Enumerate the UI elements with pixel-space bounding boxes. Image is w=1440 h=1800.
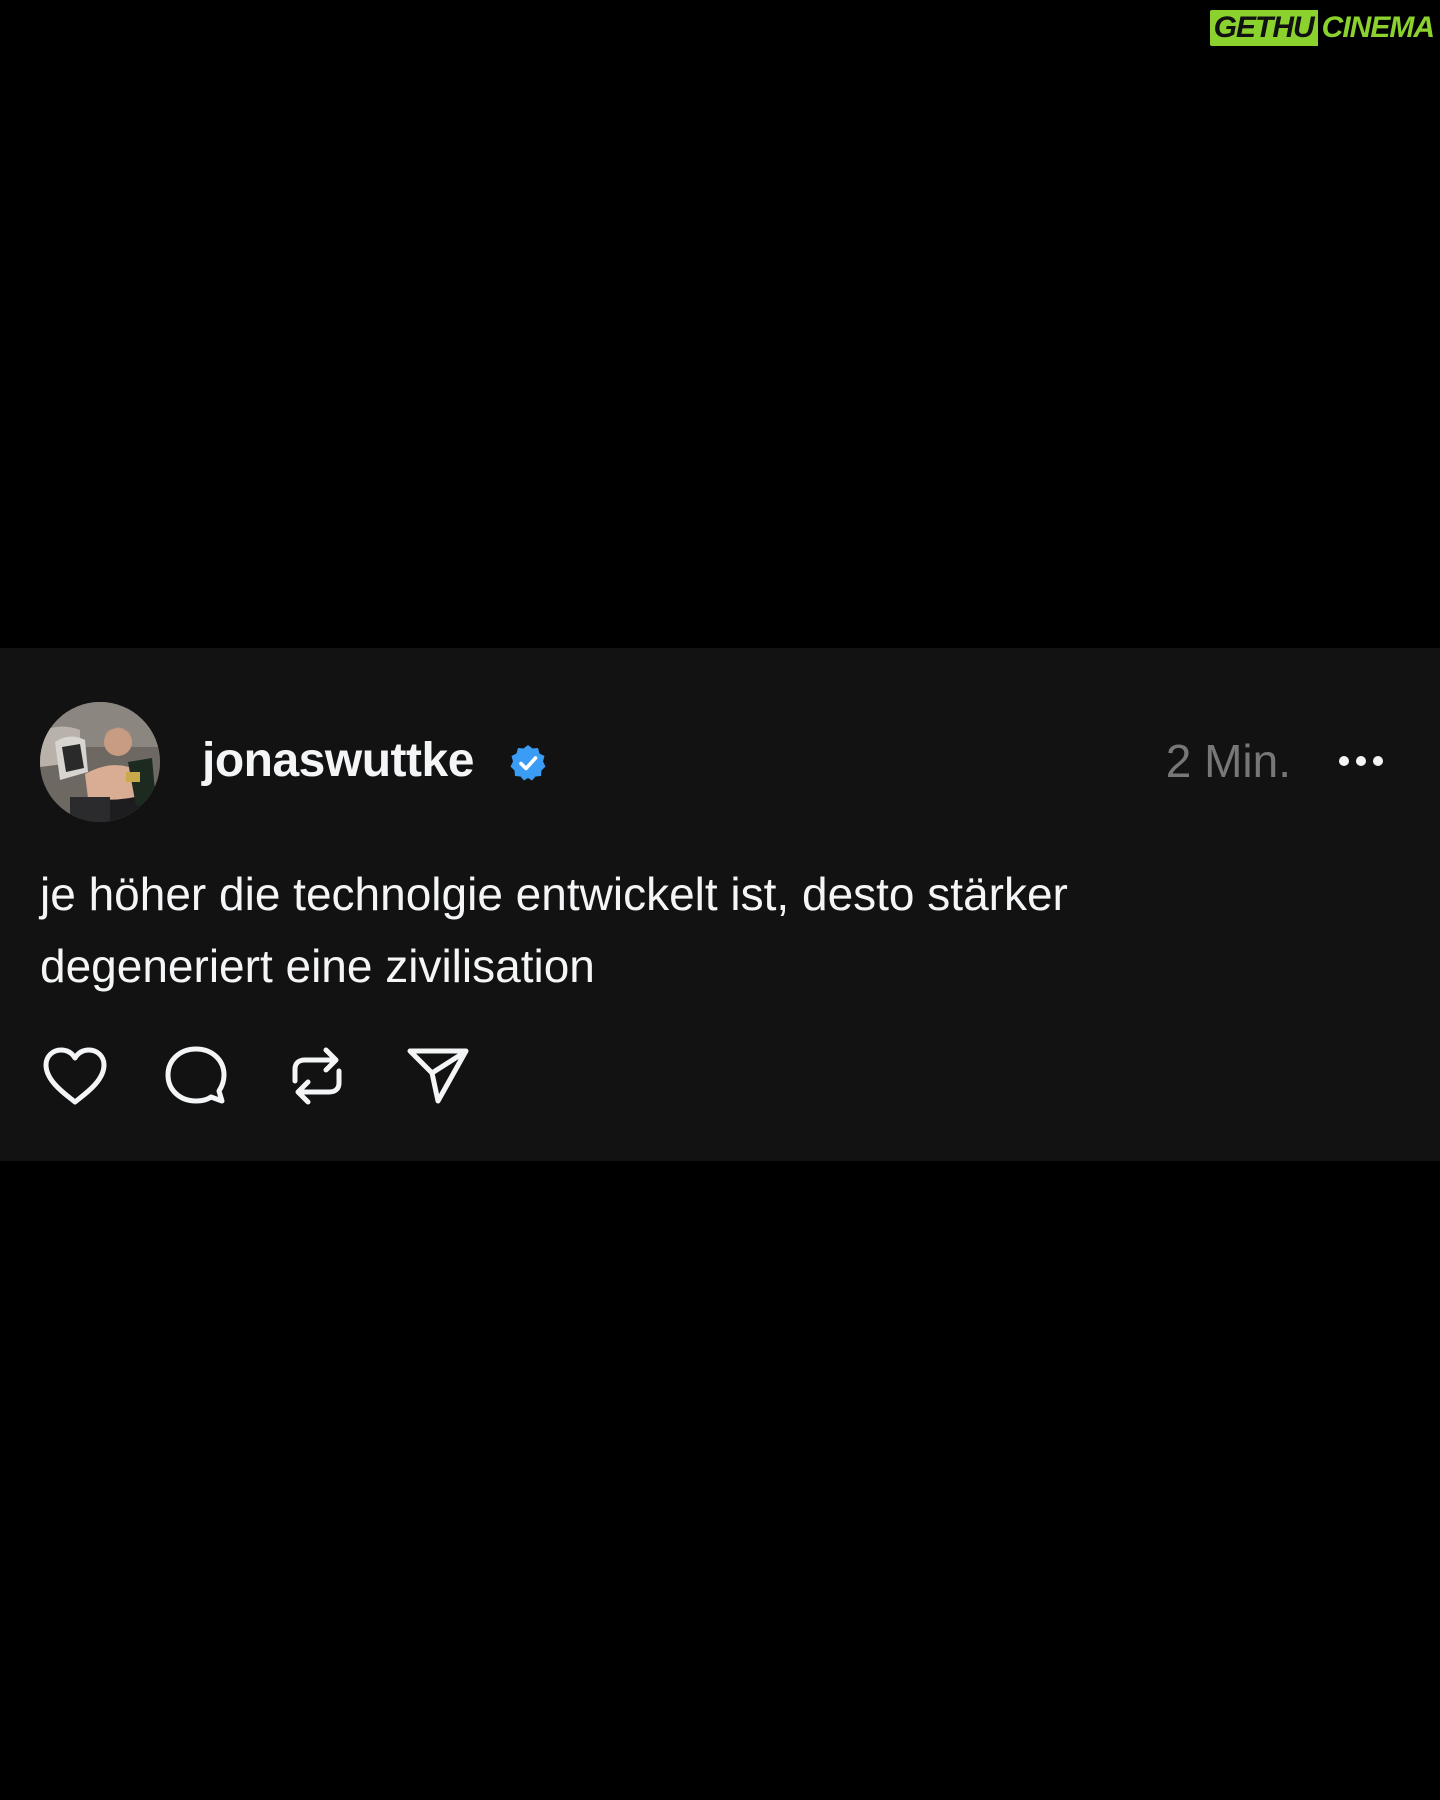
verified-badge-icon [510, 745, 546, 781]
post-actions [40, 1040, 524, 1112]
watermark-logo: GETHU CINEMA [1209, 10, 1435, 46]
send-icon [407, 1048, 469, 1104]
comment-icon [165, 1046, 227, 1104]
post-timestamp: 2 Min. [1165, 735, 1291, 787]
share-button[interactable] [403, 1041, 473, 1111]
watermark-part1: GETHU [1209, 10, 1318, 46]
watermark-part2: CINEMA [1321, 11, 1435, 44]
page: GETHU CINEMA jonaswuttke 2 Min. je höher… [0, 0, 1440, 1800]
avatar-photo [40, 702, 160, 822]
post-text: je höher die technolgie entwickelt ist, … [40, 858, 1340, 1002]
username[interactable]: jonaswuttke [202, 732, 474, 790]
more-options-button[interactable] [1336, 744, 1386, 778]
more-horizontal-icon [1339, 756, 1383, 766]
repost-icon [292, 1047, 342, 1105]
post-text-line-1: je höher die technolgie entwickelt ist, … [40, 868, 1068, 920]
repost-button[interactable] [282, 1041, 352, 1111]
avatar[interactable] [40, 702, 160, 822]
post-text-line-2: degeneriert eine zivilisation [40, 940, 595, 992]
post-card: jonaswuttke 2 Min. je höher die technolg… [0, 648, 1440, 1161]
reply-button[interactable] [161, 1041, 231, 1111]
like-button[interactable] [40, 1041, 110, 1111]
heart-icon [43, 1047, 107, 1105]
